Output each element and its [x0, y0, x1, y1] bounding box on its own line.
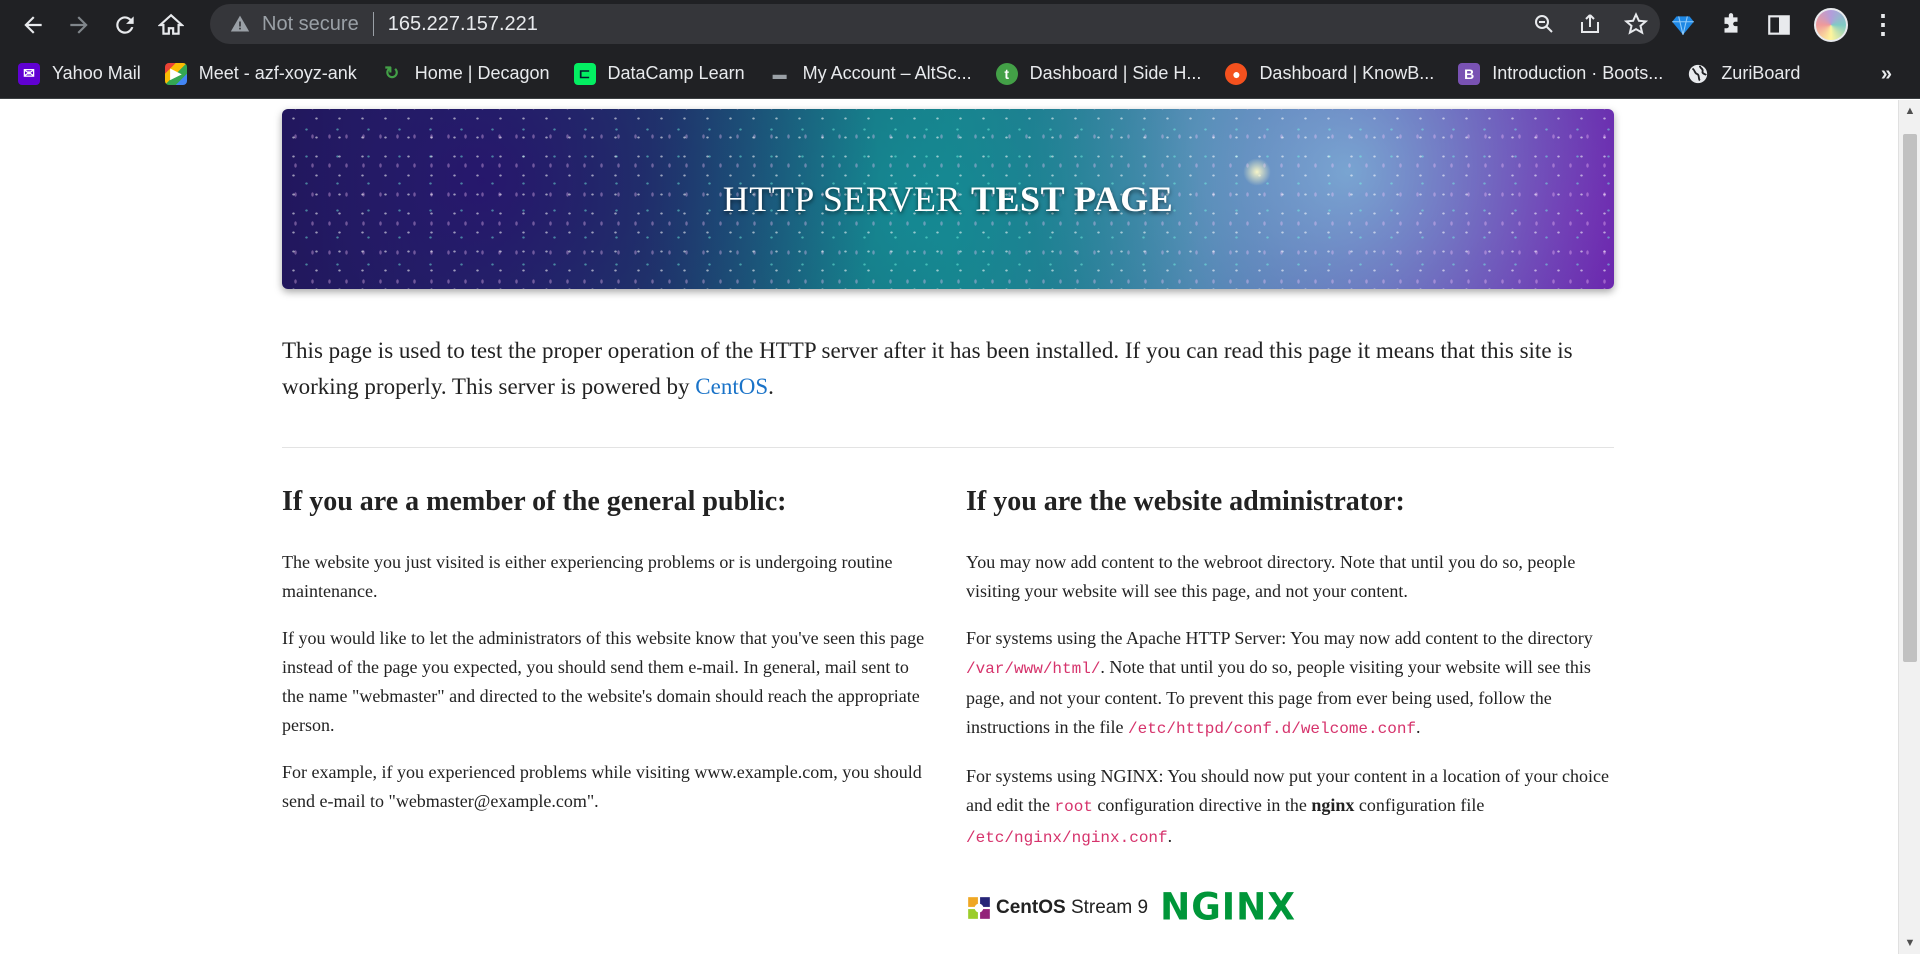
bookmark-yahoo-mail[interactable]: ✉ Yahoo Mail: [18, 62, 141, 85]
bookmark-google-meet[interactable]: ▶ Meet - azf-xoyz-ank: [164, 62, 357, 85]
bookmark-bootstrap[interactable]: B Introduction · Boots...: [1458, 62, 1664, 85]
home-icon: [158, 13, 184, 35]
powered-by-logos: CentOS Stream 9 NGINX: [966, 885, 1612, 930]
url-text[interactable]: 165.227.157.221: [388, 13, 538, 36]
address-bar[interactable]: Not secure 165.227.157.221: [210, 4, 1660, 44]
page-scrollbar[interactable]: ▲ ▼: [1898, 100, 1920, 954]
centos-link[interactable]: CentOS: [695, 374, 768, 399]
root-directive: root: [1054, 798, 1093, 816]
nginx-conf-path: /etc/nginx/nginx.conf: [966, 829, 1168, 847]
bookmarks-overflow-icon[interactable]: »: [1881, 63, 1892, 86]
share-icon[interactable]: [1578, 12, 1602, 36]
centos-stream-text: CentOS Stream 9: [996, 897, 1148, 919]
public-paragraph-1: The website you just visited is either e…: [282, 552, 893, 601]
admin-p3-text-b: configuration directive in the: [1092, 795, 1312, 815]
title-regular: HTTP SERVER: [722, 179, 962, 219]
admin-p3-text-d: .: [1167, 826, 1173, 846]
bootstrap-icon: B: [1458, 62, 1481, 85]
bookmark-label: Home | Decagon: [414, 63, 550, 83]
decagon-icon: ↻: [384, 63, 400, 83]
welcome-conf-path: /etc/httpd/conf.d/welcome.conf: [1127, 720, 1417, 738]
warning-icon[interactable]: [230, 14, 250, 34]
profile-avatar[interactable]: [1814, 7, 1848, 42]
bookmark-star-icon[interactable]: [1624, 12, 1648, 36]
stream-word: Stream 9: [1065, 896, 1149, 918]
admin-paragraph-3: For systems using NGINX: You should now …: [966, 762, 1612, 853]
bookmark-altschool[interactable]: ▬ My Account – AltSc...: [769, 63, 972, 85]
public-heading: If you are a member of the general publi…: [282, 486, 787, 517]
centos-stream-logo: CentOS Stream 9: [966, 895, 1148, 921]
browser-menu-icon[interactable]: ⋮: [1870, 9, 1896, 40]
bookmark-label: Dashboard | KnowB...: [1259, 63, 1435, 83]
side-panel-icon[interactable]: [1766, 12, 1792, 38]
extensions-puzzle-icon[interactable]: [1718, 12, 1744, 38]
zoom-icon[interactable]: [1532, 12, 1556, 36]
google-meet-icon: ▶: [164, 62, 187, 85]
sidehustle-icon: t: [995, 62, 1018, 85]
bookmark-datacamp[interactable]: ⊏ DataCamp Learn: [573, 62, 745, 85]
address-separator: [372, 12, 374, 36]
public-paragraph-3: For example, if you experienced problems…: [282, 762, 922, 811]
diamond-extension-icon[interactable]: [1670, 12, 1696, 38]
arrow-left-icon: [24, 15, 42, 34]
public-column: If you are a member of the general publi…: [282, 486, 928, 928]
bookmark-side-hustle[interactable]: t Dashboard | Side H...: [995, 62, 1202, 85]
reload-icon: [116, 15, 134, 34]
page-title: HTTP SERVER TEST PAGE: [282, 109, 1614, 289]
scroll-down-icon[interactable]: ▼: [1899, 934, 1920, 952]
info-columns: If you are a member of the general publi…: [282, 486, 1614, 930]
admin-p2-text-c: .: [1416, 717, 1421, 737]
scroll-up-icon[interactable]: ▲: [1899, 102, 1920, 120]
centos-word: CentOS: [996, 896, 1066, 918]
extensions-area: ⋮: [1670, 0, 1896, 49]
knowbase-icon: ●: [1225, 62, 1248, 85]
lead-paragraph: This page is used to test the proper ope…: [282, 333, 1614, 405]
admin-paragraph-2: For systems using the Apache HTTP Server…: [966, 624, 1612, 744]
divider: [282, 447, 1614, 448]
admin-column: If you are the website administrator: Yo…: [966, 486, 1612, 930]
bookmark-decagon[interactable]: ↻ Home | Decagon: [381, 63, 550, 85]
lead-end: .: [768, 374, 774, 399]
admin-p2-text-a: For systems using the Apache HTTP Server…: [966, 628, 1593, 648]
security-status[interactable]: Not secure: [262, 13, 359, 36]
home-button[interactable]: [148, 0, 194, 49]
page-banner: HTTP SERVER TEST PAGE: [282, 109, 1614, 289]
admin-paragraph-1: You may now add content to the webroot d…: [966, 552, 1576, 601]
bookmark-label: Yahoo Mail: [52, 63, 141, 83]
admin-heading: If you are the website administrator:: [966, 486, 1405, 517]
nginx-logo: NGINX: [1160, 885, 1297, 930]
lead-text: This page is used to test the proper ope…: [282, 338, 1573, 399]
address-bar-actions: [1532, 4, 1648, 44]
bookmark-label: DataCamp Learn: [607, 63, 745, 83]
bookmark-label: ZuriBoard: [1721, 63, 1801, 83]
test-page: HTTP SERVER TEST PAGE This page is used …: [282, 100, 1614, 930]
back-button[interactable]: [10, 0, 56, 49]
yahoo-mail-icon: ✉: [18, 62, 40, 85]
webroot-path: /var/www/html/: [966, 660, 1101, 678]
datacamp-icon: ⊏: [573, 62, 596, 85]
altschool-icon: ▬: [772, 65, 787, 82]
centos-mark-icon: [968, 896, 990, 919]
public-paragraph-2: If you would like to let the administrat…: [282, 628, 925, 735]
globe-icon: [1687, 63, 1709, 85]
bookmark-label: Meet - azf-xoyz-ank: [198, 63, 357, 83]
bookmarks-bar: ✉ Yahoo Mail ▶ Meet - azf-xoyz-ank ↻ Hom…: [0, 49, 1920, 99]
bookmark-label: My Account – AltSc...: [802, 63, 972, 83]
admin-p3-text-c: configuration file: [1354, 795, 1485, 815]
bookmark-zuriboard[interactable]: ZuriBoard: [1687, 63, 1800, 85]
nginx-bold: nginx: [1311, 795, 1355, 815]
arrow-right-icon: [70, 15, 88, 34]
title-bold: TEST PAGE: [971, 179, 1174, 219]
bookmark-label: Dashboard | Side H...: [1029, 63, 1202, 83]
bookmark-label: Introduction · Boots...: [1492, 63, 1664, 83]
scroll-thumb[interactable]: [1903, 134, 1917, 662]
reload-button[interactable]: [102, 0, 148, 49]
browser-toolbar: Not secure 165.227.157.221 ⋮: [0, 0, 1920, 49]
page-viewport: HTTP SERVER TEST PAGE This page is used …: [0, 100, 1898, 954]
forward-button[interactable]: [56, 0, 102, 49]
bookmark-knowbase[interactable]: ● Dashboard | KnowB...: [1225, 62, 1435, 85]
